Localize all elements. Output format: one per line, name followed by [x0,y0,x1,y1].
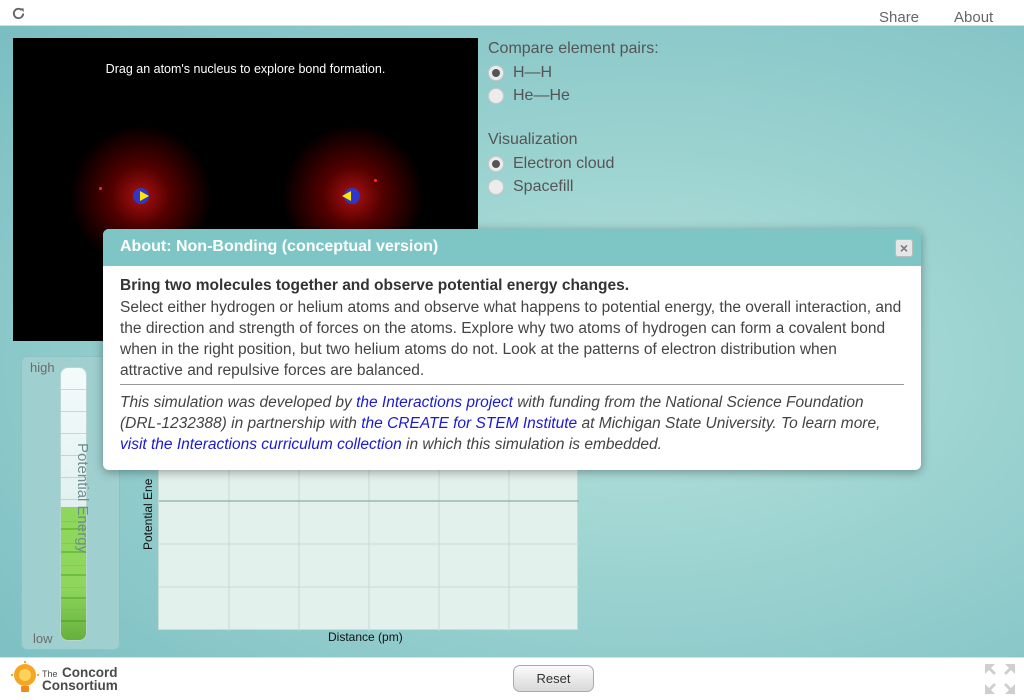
right-force-arrow [342,191,351,201]
simulation-instruction: Drag an atom's nucleus to explore bond f… [105,62,386,76]
interactions-project-link[interactable]: the Interactions project [356,394,513,411]
dialog-description: Select either hydrogen or helium atoms a… [120,297,904,385]
energy-low-label: low [33,631,53,646]
credits-text: This simulation was developed by [120,394,357,411]
dialog-heading: Bring two molecules together and observe… [120,277,630,294]
graph-grid [159,469,579,631]
graph-x-axis-label: Distance (pm) [328,630,403,644]
curriculum-collection-link[interactable]: visit the Interactions curriculum collec… [120,436,402,453]
radio-label: Electron cloud [513,154,615,172]
concord-consortium-logo[interactable]: The Concord Consortium [11,661,126,697]
radio-button[interactable] [488,178,504,195]
radio-electron-cloud[interactable]: Electron cloud [488,152,614,175]
radio-label: He—He [513,86,570,104]
create-institute-link[interactable]: the CREATE for STEM Institute [361,415,577,432]
about-link[interactable]: About [954,9,993,26]
left-electron [99,187,102,190]
logo-text: The Concord Consortium [42,666,118,693]
radio-he-he[interactable]: He—He [488,84,659,107]
dialog-credits: This simulation was developed by the Int… [120,385,904,455]
radio-spacefill[interactable]: Spacefill [488,175,614,198]
energy-high-label: high [30,360,55,375]
radio-button[interactable] [488,87,504,104]
share-link[interactable]: Share [879,9,919,26]
radio-button[interactable] [488,64,504,81]
credits-text: at Michigan State University. To learn m… [577,415,881,432]
credits-text: in which this simulation is embedded. [401,436,662,453]
lightbulb-icon [11,661,39,692]
dialog-title: About: Non-Bonding (conceptual version) [103,229,921,266]
close-icon[interactable]: × [895,239,913,257]
logo-line2: Consortium [42,678,118,693]
graph-y-axis-label: Potential Ene [141,478,155,550]
visualization-title: Visualization [488,131,578,148]
right-electron [374,179,377,182]
compare-element-pairs: Compare element pairs: H—H He—He [488,40,659,107]
reload-icon[interactable] [11,6,26,21]
potential-energy-graph [158,468,579,631]
dialog-body: Bring two molecules together and observe… [103,266,921,455]
left-force-arrow [140,191,149,201]
top-bar: Share About [0,0,1024,26]
visualization-options: Visualization Electron cloud Spacefill [488,131,614,198]
fullscreen-icon[interactable] [984,663,1016,695]
energy-bar-label: Potential Energy [74,443,91,554]
reset-button[interactable]: Reset [513,665,594,692]
radio-button[interactable] [488,155,504,172]
radio-h-h[interactable]: H—H [488,61,659,84]
compare-title: Compare element pairs: [488,40,659,57]
bottom-bar: The Concord Consortium Reset [0,657,1024,700]
radio-label: Spacefill [513,177,574,195]
radio-label: H—H [513,63,553,81]
about-dialog: About: Non-Bonding (conceptual version) … [103,229,921,470]
